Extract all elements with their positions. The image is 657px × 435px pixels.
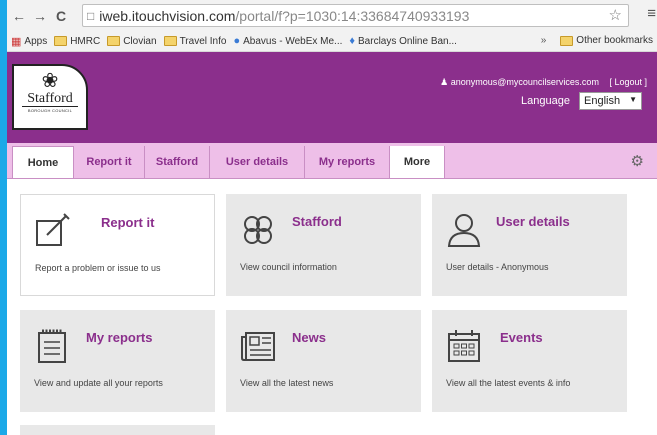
bookmark-hmrc[interactable]: HMRC xyxy=(54,36,100,47)
tab-my-reports[interactable]: My reports xyxy=(305,146,390,178)
tab-home[interactable]: Home xyxy=(12,146,74,178)
tile-title: News xyxy=(292,330,326,345)
stafford-knot-icon: ❀ xyxy=(41,70,59,92)
reload-icon[interactable]: C xyxy=(52,8,70,24)
calendar-icon xyxy=(448,330,480,362)
folder-icon xyxy=(107,36,121,46)
council-logo[interactable]: ❀ Stafford BOROUGH COUNCIL xyxy=(12,64,88,130)
language-value: English xyxy=(584,95,621,107)
logout-link[interactable]: [ Logout ] xyxy=(609,77,647,87)
tile-title: Stafford xyxy=(292,214,342,229)
url-host: iweb.itouchvision.com xyxy=(99,7,236,24)
browser-window: ← → C □ iweb.itouchvision.com/portal/f?p… xyxy=(7,0,657,435)
tile-description: User details - Anonymous xyxy=(446,262,549,272)
edit-icon xyxy=(36,213,70,246)
tile-description: Report a problem or issue to us xyxy=(35,263,161,273)
tile-news[interactable]: News View all the latest news xyxy=(226,310,421,412)
folder-icon xyxy=(163,36,177,46)
apps-icon: ▦ xyxy=(11,35,22,48)
user-icon xyxy=(447,214,481,247)
tile-description: View all the latest news xyxy=(240,378,334,388)
user-email: anonymous@mycouncilservices.com xyxy=(450,77,599,87)
tile-title: Report it xyxy=(101,215,155,230)
tab-user-details[interactable]: User details xyxy=(210,146,305,178)
tab-stafford[interactable]: Stafford xyxy=(145,146,210,178)
url-field[interactable]: □ iweb.itouchvision.com/portal/f?p=1030:… xyxy=(82,4,629,27)
address-row: ← → C □ iweb.itouchvision.com/portal/f?p… xyxy=(7,0,657,31)
tile-events[interactable]: Events View all the latest events & info xyxy=(432,310,627,412)
globe-icon: ● xyxy=(233,35,241,47)
notepad-icon xyxy=(38,329,66,363)
tile-description: View council information xyxy=(240,262,337,272)
tile-grid: Report it Report a problem or issue to u… xyxy=(7,179,657,435)
forward-icon[interactable]: → xyxy=(31,8,49,24)
page-icon: □ xyxy=(87,8,95,23)
folder-icon xyxy=(560,35,574,46)
eagle-icon: ♦ xyxy=(349,35,356,47)
bookmark-travel-info[interactable]: Travel Info xyxy=(163,36,226,47)
logo-subtitle: BOROUGH COUNCIL xyxy=(27,108,73,113)
folder-icon xyxy=(54,36,68,46)
bookmark-other[interactable]: Other bookmarks xyxy=(560,35,653,46)
bookmarks-overflow[interactable]: » xyxy=(541,35,547,46)
bookmark-apps[interactable]: ▦ Apps xyxy=(11,35,47,48)
tile-user-details[interactable]: User details User details - Anonymous xyxy=(432,194,627,296)
tile-stafford[interactable]: Stafford View council information xyxy=(226,194,421,296)
tile-description: View all the latest events & info xyxy=(446,378,571,388)
back-icon[interactable]: ← xyxy=(10,8,28,24)
bookmark-barclays[interactable]: ♦ Barclays Online Ban... xyxy=(349,35,457,47)
url-path: /portal/f?p=1030:14:33684740933193 xyxy=(235,7,470,24)
tile-my-reports[interactable]: My reports View and update all your repo… xyxy=(20,310,215,412)
newspaper-icon xyxy=(241,332,275,361)
tile-description: View and update all your reports xyxy=(34,378,163,388)
bookmark-abavus[interactable]: ● Abavus - WebEx Me... xyxy=(233,35,342,47)
menu-icon[interactable]: ≡ xyxy=(647,5,656,22)
person-icon: ♟ xyxy=(440,77,449,87)
stafford-knot-icon xyxy=(244,216,272,244)
user-line: ♟ anonymous@mycouncilservices.com [ Logo… xyxy=(440,77,647,88)
bookmarks-bar: ▦ Apps HMRC Clovian Travel Info ● Abavus -… xyxy=(7,31,657,52)
tile-report-it[interactable]: Report it Report a problem or issue to u… xyxy=(20,194,215,296)
dropdown-caret-icon: ▼ xyxy=(629,95,637,104)
tile-partial[interactable] xyxy=(20,425,215,435)
site-header: ❀ Stafford BOROUGH COUNCIL ♟ anonymous@m… xyxy=(7,52,657,143)
bookmark-star-icon[interactable]: ☆ xyxy=(609,6,622,24)
tab-more[interactable]: More xyxy=(390,146,445,178)
tile-title: My reports xyxy=(86,330,153,345)
tab-report-it[interactable]: Report it xyxy=(74,146,145,178)
language-label: Language xyxy=(521,95,570,107)
language-select[interactable]: English ▼ xyxy=(579,92,642,110)
gear-icon[interactable]: ⚙ xyxy=(631,152,644,170)
tile-title: User details xyxy=(496,214,570,229)
tab-bar: Home Report it Stafford User details My … xyxy=(7,143,657,179)
logo-name: Stafford xyxy=(22,92,78,107)
bookmark-clovian[interactable]: Clovian xyxy=(107,36,157,47)
tile-title: Events xyxy=(500,330,543,345)
